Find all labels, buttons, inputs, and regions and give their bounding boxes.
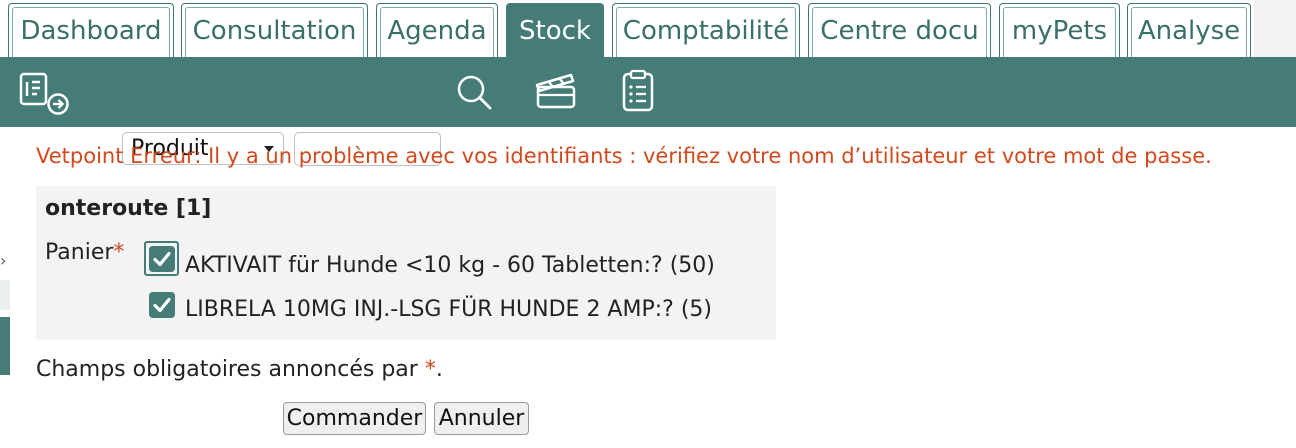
- background-glyph: ›: [0, 251, 7, 270]
- tab-consultation[interactable]: Consultation: [181, 3, 368, 57]
- tab-analyse[interactable]: Analyse: [1127, 3, 1251, 57]
- checkbox-item-1[interactable]: [149, 246, 175, 272]
- item-2-label: LIBRELA 10MG INJ.-LSG FÜR HUNDE 2 AMP:? …: [185, 297, 712, 322]
- order-panel: onteroute [1] Panier* AKTIVAIT für Hunde…: [36, 186, 776, 340]
- tab-centre-docu[interactable]: Centre docu: [808, 3, 991, 57]
- commander-button[interactable]: Commander: [283, 402, 426, 435]
- tab-stock[interactable]: Stock: [506, 3, 604, 57]
- required-legend-mark: *: [424, 357, 436, 382]
- background-page-edge: ›: [0, 127, 10, 448]
- document-arrow-icon[interactable]: [19, 71, 71, 117]
- tab-dashboard[interactable]: Dashboard: [8, 3, 174, 57]
- item-1-label: AKTIVAIT für Hunde <10 kg - 60 Tabletten…: [185, 253, 715, 278]
- required-mark: *: [113, 240, 125, 265]
- clipboard-list-icon[interactable]: [620, 69, 656, 113]
- required-legend: Champs obligatoires annoncés par *.: [36, 357, 443, 382]
- panel-title: onteroute [1]: [45, 196, 212, 221]
- tab-mypets[interactable]: myPets: [999, 3, 1120, 57]
- panier-label: Panier*: [45, 240, 125, 265]
- error-message: Vetpoint Erreur: Il y a un problème avec…: [36, 144, 1212, 168]
- tab-comptabilite[interactable]: Comptabilité: [612, 3, 800, 57]
- annuler-button[interactable]: Annuler: [434, 402, 529, 435]
- background-bar: [0, 317, 10, 375]
- clapperboard-icon[interactable]: [534, 71, 580, 111]
- checkbox-item-2[interactable]: [149, 292, 175, 318]
- tab-bar: Dashboard Consultation Agenda Stock Comp…: [0, 0, 1296, 57]
- tabbar-filler: [1254, 0, 1296, 57]
- search-icon[interactable]: [456, 73, 494, 113]
- toolbar: Produit: [0, 57, 1296, 166]
- tab-agenda[interactable]: Agenda: [376, 3, 498, 57]
- background-row: [0, 280, 10, 310]
